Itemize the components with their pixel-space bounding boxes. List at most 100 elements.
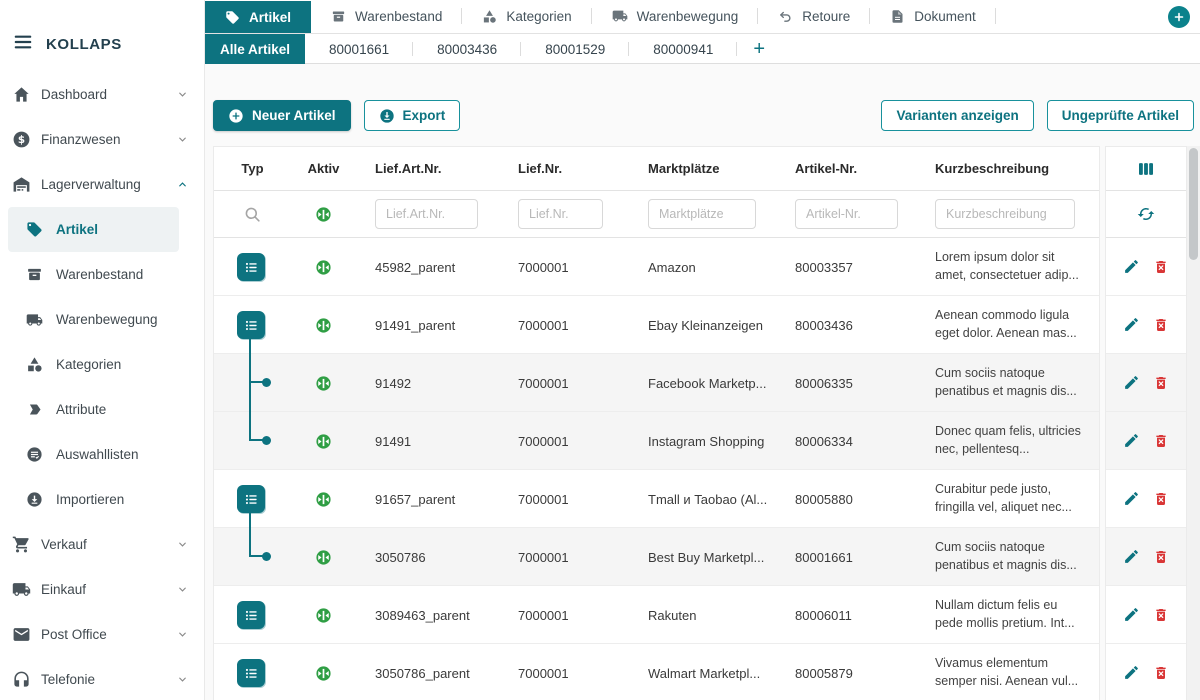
tab-label: Alle Artikel <box>220 42 290 57</box>
delete-row-button[interactable] <box>1153 317 1169 333</box>
column-header-lief-art-nr[interactable]: Lief.Art.Nr. <box>356 161 499 176</box>
tree-node-dot <box>262 436 271 445</box>
article-type-button[interactable] <box>237 485 265 513</box>
sidebar-item-dashboard[interactable]: Dashboard <box>0 72 204 117</box>
column-header-lief-nr[interactable]: Lief.Nr. <box>499 161 629 176</box>
sidebar-item-lagerverwaltung[interactable]: Lagerverwaltung <box>0 162 204 207</box>
sidebar-item-artikel[interactable]: Artikel <box>8 207 179 252</box>
lief-art-nr-cell: 3089463_parent <box>356 608 499 623</box>
edit-row-button[interactable] <box>1123 374 1140 391</box>
artikel-nr-filter-input[interactable] <box>795 199 898 229</box>
lief-art-nr-cell: 91657_parent <box>356 492 499 507</box>
tab-retoure[interactable]: Retoure <box>758 0 870 33</box>
kurzbeschreibung-cell: Lorem ipsum dolor sit amet, consectetuer… <box>916 249 1101 285</box>
lief-nr-filter-cell <box>499 199 629 229</box>
sidebar-item-verkauf[interactable]: Verkauf <box>0 522 204 567</box>
toggle-active-icon[interactable] <box>315 491 332 508</box>
warehouse-icon <box>11 175 31 195</box>
row-actions <box>1106 296 1186 354</box>
add-module-tab-button[interactable] <box>1168 6 1190 28</box>
aktiv-filter[interactable] <box>291 206 356 223</box>
vertical-scrollbar-track[interactable] <box>1187 146 1200 700</box>
kurzbeschreibung-filter-input[interactable] <box>935 199 1075 229</box>
tab-kategorien[interactable]: Kategorien <box>462 0 591 33</box>
edit-row-button[interactable] <box>1123 606 1140 623</box>
lief-art-nr-filter-input[interactable] <box>375 199 478 229</box>
article-type-button[interactable] <box>237 311 265 339</box>
article-tab[interactable]: 80001661 <box>305 34 413 64</box>
show-variants-button[interactable]: Varianten anzeigen <box>881 100 1033 131</box>
article-type-button[interactable] <box>237 601 265 629</box>
tab-warenbestand[interactable]: Warenbestand <box>311 0 462 33</box>
vertical-scrollbar-thumb[interactable] <box>1189 148 1198 260</box>
delete-row-button[interactable] <box>1153 433 1169 449</box>
sidebar-item-warenbestand[interactable]: Warenbestand <box>0 252 204 297</box>
sidebar-item-label: Warenbewegung <box>56 312 158 327</box>
article-type-button[interactable] <box>237 253 265 281</box>
tree-node-dot <box>262 378 271 387</box>
toggle-active-icon[interactable] <box>315 317 332 334</box>
sidebar-item-auswahllisten[interactable]: Auswahllisten <box>0 432 204 477</box>
article-tab-alle[interactable]: Alle Artikel <box>205 34 305 64</box>
tab-artikel[interactable]: Artikel <box>205 1 311 33</box>
box-icon <box>331 9 346 24</box>
edit-row-button[interactable] <box>1123 548 1140 565</box>
document-icon <box>890 9 905 24</box>
sidebar-item-telefonie[interactable]: Telefonie <box>0 657 204 700</box>
toggle-active-icon[interactable] <box>315 375 332 392</box>
sidebar-item-importieren[interactable]: Importieren <box>0 477 204 522</box>
article-tab[interactable]: 80001529 <box>521 34 629 64</box>
toggle-active-icon[interactable] <box>315 665 332 682</box>
sidebar-item-einkauf[interactable]: Einkauf <box>0 567 204 612</box>
article-tab[interactable]: 80000941 <box>629 34 737 64</box>
row-actions <box>1106 470 1186 528</box>
sidebar-item-warenbewegung[interactable]: Warenbewegung <box>0 297 204 342</box>
delete-row-button[interactable] <box>1153 549 1169 565</box>
pencil-icon <box>1123 548 1140 565</box>
lief-art-nr-cell: 45982_parent <box>356 260 499 275</box>
menu-icon[interactable] <box>12 31 34 58</box>
lief-nr-filter-input[interactable] <box>518 199 603 229</box>
edit-row-button[interactable] <box>1123 490 1140 507</box>
edit-row-button[interactable] <box>1123 258 1140 275</box>
delete-row-button[interactable] <box>1153 259 1169 275</box>
sidebar-item-attribute[interactable]: Attribute <box>0 387 204 432</box>
add-article-tab-button[interactable]: + <box>737 34 781 64</box>
refresh-button[interactable] <box>1137 205 1155 223</box>
unchecked-articles-button[interactable]: Ungeprüfte Artikel <box>1047 100 1194 131</box>
column-header-aktiv[interactable]: Aktiv <box>291 161 356 176</box>
tab-dokument[interactable]: Dokument <box>870 0 996 33</box>
toggle-active-icon[interactable] <box>315 549 332 566</box>
tree-connector-line <box>249 412 251 441</box>
tab-label: 80003436 <box>437 42 497 57</box>
tab-warenbewegung[interactable]: Warenbewegung <box>592 0 759 33</box>
actions-column <box>1105 146 1187 700</box>
kurzbeschreibung-cell: Cum sociis natoque penatibus et magnis d… <box>916 365 1101 401</box>
columns-settings-button[interactable] <box>1136 159 1156 179</box>
article-tab[interactable]: 80003436 <box>413 34 521 64</box>
typ-filter[interactable] <box>214 205 291 224</box>
delete-row-button[interactable] <box>1153 375 1169 391</box>
toggle-active-icon[interactable] <box>315 259 332 276</box>
column-header-marktplaetze[interactable]: Marktplätze <box>629 161 776 176</box>
toggle-active-icon[interactable] <box>315 433 332 450</box>
sidebar-item-finanzwesen[interactable]: $ Finanzwesen <box>0 117 204 162</box>
new-article-button[interactable]: Neuer Artikel <box>213 100 351 131</box>
delete-row-button[interactable] <box>1153 607 1169 623</box>
chevron-down-icon <box>177 134 188 145</box>
sidebar-item-kategorien[interactable]: Kategorien <box>0 342 204 387</box>
delete-row-button[interactable] <box>1153 491 1169 507</box>
kurzbeschreibung-cell: Vivamus elementum semper nisi. Aenean vu… <box>916 655 1101 691</box>
export-button[interactable]: Export <box>364 100 461 131</box>
marktplaetze-filter-input[interactable] <box>648 199 756 229</box>
edit-row-button[interactable] <box>1123 432 1140 449</box>
column-header-artikel-nr[interactable]: Artikel-Nr. <box>776 161 916 176</box>
article-type-button[interactable] <box>237 659 265 687</box>
column-header-typ[interactable]: Typ <box>214 161 291 176</box>
toggle-active-icon[interactable] <box>315 607 332 624</box>
delete-row-button[interactable] <box>1153 665 1169 681</box>
column-header-kurzbeschreibung[interactable]: Kurzbeschreibung <box>916 161 1101 176</box>
sidebar-item-post-office[interactable]: Post Office <box>0 612 204 657</box>
edit-row-button[interactable] <box>1123 664 1140 681</box>
edit-row-button[interactable] <box>1123 316 1140 333</box>
